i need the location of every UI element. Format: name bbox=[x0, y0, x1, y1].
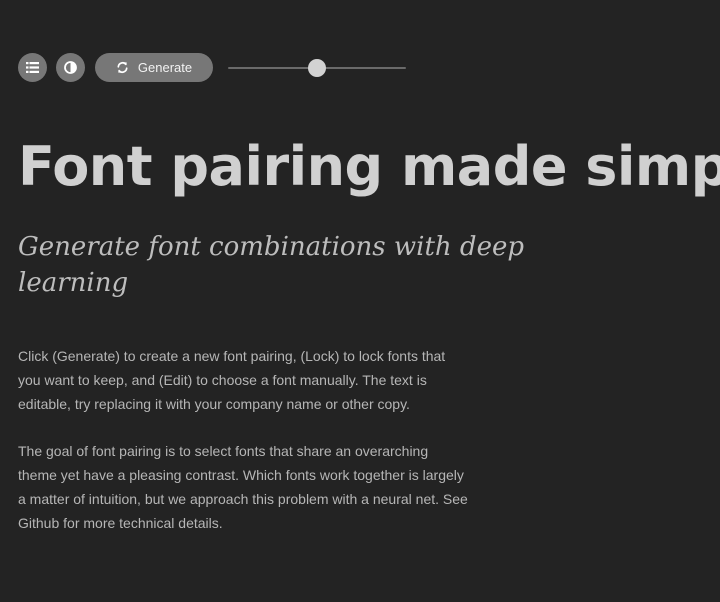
list-button[interactable] bbox=[18, 53, 47, 82]
diversity-slider[interactable] bbox=[228, 58, 406, 77]
headline[interactable]: Font pairing made simple bbox=[18, 132, 720, 202]
slider-thumb[interactable] bbox=[308, 58, 326, 77]
subtitle[interactable]: Generate font combinations with deep lea… bbox=[18, 229, 558, 301]
generate-label: Generate bbox=[137, 60, 193, 75]
body-paragraph-2[interactable]: The goal of font pairing is to select fo… bbox=[18, 439, 468, 535]
refresh-icon bbox=[116, 61, 129, 74]
body-paragraph-1[interactable]: Click (Generate) to create a new font pa… bbox=[18, 344, 468, 416]
contrast-icon bbox=[64, 61, 77, 74]
generate-button[interactable]: Generate bbox=[95, 53, 213, 82]
list-icon bbox=[26, 62, 39, 73]
theme-toggle-button[interactable] bbox=[56, 53, 85, 82]
page: Generate Font pairing made simple Genera… bbox=[0, 0, 720, 602]
toolbar: Generate bbox=[18, 53, 406, 82]
